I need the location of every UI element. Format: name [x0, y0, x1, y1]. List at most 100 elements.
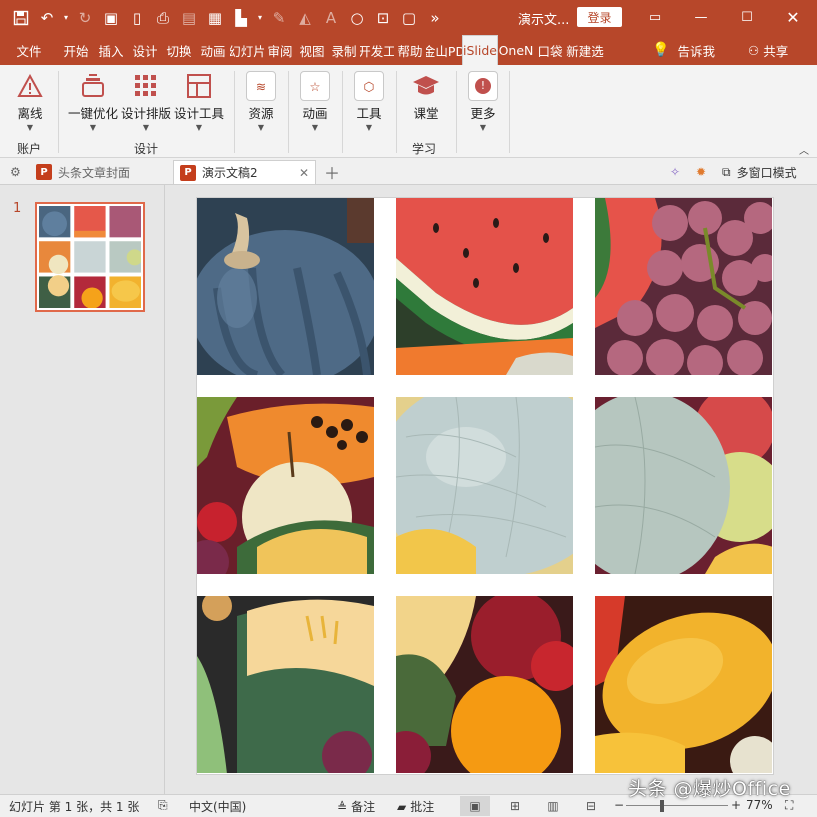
resources-button[interactable]: ≋ 资源 ▼: [243, 69, 279, 132]
format-icon[interactable]: ▙: [228, 5, 254, 31]
maximize-icon[interactable]: ☐: [724, 0, 770, 35]
tab-record[interactable]: 录制: [328, 35, 360, 65]
tab-new-options[interactable]: 新建选: [566, 35, 604, 65]
tell-me-label: 告诉我: [677, 43, 715, 59]
slideshow-view-icon[interactable]: ⊟: [576, 796, 606, 816]
open-folder-icon[interactable]: ▤: [176, 5, 202, 31]
minimize-icon[interactable]: —: [678, 0, 724, 35]
tell-me-box[interactable]: 💡 告诉我: [652, 35, 715, 65]
one-click-optimize-button[interactable]: 一键优化 ▼: [68, 69, 118, 132]
classroom-button[interactable]: 课堂: [406, 69, 446, 122]
print-preview-icon[interactable]: ⎙: [150, 5, 176, 31]
ribbon-display-icon[interactable]: ▭: [632, 0, 678, 35]
font-color-icon[interactable]: A: [318, 5, 344, 31]
design-tools-label: 设计工具: [174, 106, 225, 121]
magic-wand-icon[interactable]: ✧: [664, 160, 686, 184]
tile-melon-apple[interactable]: [595, 397, 772, 574]
doc-tab-headline-cover[interactable]: P 头条文章封面: [30, 160, 172, 184]
tile-oranges[interactable]: [396, 596, 573, 773]
reading-view-icon[interactable]: ▥: [538, 796, 568, 816]
spellcheck-icon[interactable]: ⎘: [158, 798, 168, 813]
tab-animations[interactable]: 动画: [196, 35, 230, 65]
tab-onenote[interactable]: OneN: [498, 35, 534, 65]
grid-icon[interactable]: ▦: [202, 5, 228, 31]
tab-islide[interactable]: iSlide: [462, 35, 498, 65]
layout-icon: [186, 69, 212, 103]
slide-canvas[interactable]: [197, 198, 773, 774]
tab-jinshan-pdf[interactable]: 金山PD: [426, 35, 462, 65]
fill-color-icon[interactable]: ◭: [292, 5, 318, 31]
chevron-down-icon: ▼: [311, 123, 319, 132]
new-file-icon[interactable]: ▯: [124, 5, 150, 31]
warning-icon: [17, 69, 43, 103]
tile-melon-slice[interactable]: [197, 596, 374, 773]
tab-transitions[interactable]: 切换: [162, 35, 196, 65]
chevron-down-icon: ▼: [479, 123, 487, 132]
design-tools-button[interactable]: 设计工具 ▼: [174, 69, 224, 132]
save-icon[interactable]: [8, 5, 34, 31]
windows-icon: ⧉: [722, 164, 731, 179]
slide-thumbnail[interactable]: [35, 202, 145, 312]
new-tab-icon[interactable]: ＋: [318, 160, 346, 184]
settings-gear-icon[interactable]: ✹: [690, 160, 712, 184]
share-button[interactable]: ⚇ 共享: [748, 35, 788, 65]
tab-insert[interactable]: 插入: [94, 35, 128, 65]
comments-button[interactable]: ▰ 批注: [397, 798, 434, 815]
tile-pumpkin[interactable]: [197, 198, 374, 375]
circle-shape-icon[interactable]: ○: [344, 5, 370, 31]
normal-view-icon[interactable]: ▣: [460, 796, 490, 816]
tab-design[interactable]: 设计: [128, 35, 162, 65]
doc-tab-presentation2[interactable]: P 演示文稿2 ✕: [173, 160, 316, 184]
close-tab-icon[interactable]: ✕: [299, 166, 309, 180]
login-button[interactable]: 登录: [577, 7, 622, 27]
layers-icon: [80, 69, 106, 103]
crop-icon[interactable]: ⊡: [370, 5, 396, 31]
cantaloupe-image: [396, 397, 573, 574]
tile-papaya-pear[interactable]: [197, 397, 374, 574]
zoom-slider-thumb[interactable]: [660, 800, 664, 812]
undo-icon[interactable]: ↶: [34, 5, 60, 31]
zoom-slider[interactable]: [626, 805, 728, 806]
group-label-design: 设计: [134, 142, 159, 156]
tab-view[interactable]: 视图: [296, 35, 328, 65]
slide-sorter-icon[interactable]: ⊞: [500, 796, 530, 816]
offline-button[interactable]: 离线 ▼: [12, 69, 48, 132]
more-commands-icon[interactable]: »: [422, 5, 448, 31]
collapse-ribbon-icon[interactable]: ︿: [799, 142, 809, 157]
group-separator: [58, 71, 59, 153]
undo-dropdown-icon[interactable]: ▾: [60, 5, 72, 31]
redo-icon[interactable]: ↻: [72, 5, 98, 31]
tile-cantaloupe[interactable]: [396, 397, 573, 574]
format-dropdown-icon[interactable]: ▾: [254, 5, 266, 31]
tools-button[interactable]: ⬡ 工具 ▼: [351, 69, 387, 132]
powerpoint-icon: P: [180, 164, 196, 181]
tile-mango[interactable]: [595, 596, 772, 773]
document-tabs: ⚙ P 头条文章封面 P 演示文稿2 ✕ ＋ ✧ ✹ ⧉ 多窗口模式: [0, 158, 817, 185]
thumbnail-preview: [39, 206, 143, 309]
pen-icon[interactable]: ✎: [266, 5, 292, 31]
notes-button[interactable]: ≜ 备注: [337, 798, 375, 815]
tab-home[interactable]: 开始: [58, 35, 94, 65]
tabs-menu-icon[interactable]: ⚙: [4, 160, 27, 184]
tab-pocket[interactable]: 口袋: [534, 35, 566, 65]
animation-button[interactable]: ☆ 动画 ▼: [297, 69, 333, 132]
design-layout-button[interactable]: 设计排版 ▼: [121, 69, 171, 132]
tab-slideshow[interactable]: 幻灯片: [230, 35, 264, 65]
chevron-down-icon: ▼: [89, 123, 97, 132]
group-separator: [509, 71, 510, 153]
grid-dots-icon: [133, 69, 159, 103]
clipboard-icon[interactable]: ▢: [396, 5, 422, 31]
tile-grapes[interactable]: [595, 198, 772, 375]
more-button[interactable]: ! 更多 ▼: [465, 69, 501, 132]
tab-help[interactable]: 帮助: [394, 35, 426, 65]
tab-review[interactable]: 审阅: [264, 35, 296, 65]
tab-developer[interactable]: 开发工: [360, 35, 394, 65]
tile-watermelon[interactable]: [396, 198, 573, 375]
close-icon[interactable]: ✕: [770, 0, 816, 35]
language-indicator[interactable]: 中文(中国): [189, 798, 246, 815]
tab-file[interactable]: 文件: [0, 35, 58, 65]
zoom-out-icon[interactable]: −: [614, 798, 624, 812]
slide-editing-area: [166, 185, 817, 794]
multi-window-button[interactable]: ⧉ 多窗口模式: [716, 160, 803, 184]
present-icon[interactable]: ▣: [98, 5, 124, 31]
